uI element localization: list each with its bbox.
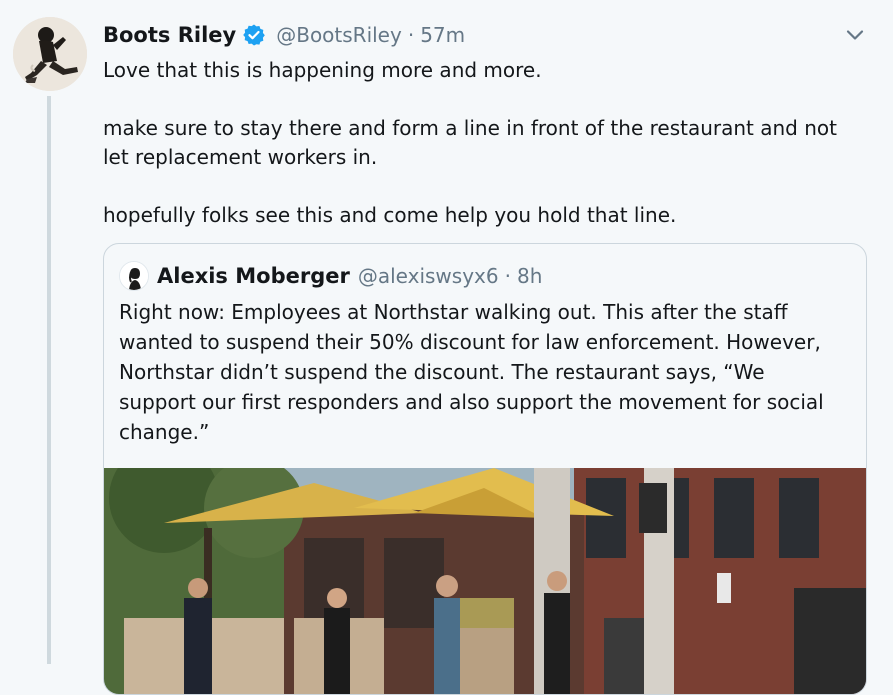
video-thumbnail[interactable] [104,443,866,694]
quoted-author-avatar [119,261,149,291]
tweet-line: Love that this is happening more and mor… [103,58,542,82]
quoted-tweet[interactable]: Alexis Moberger @alexiswsyx6 · 8h Right … [103,243,867,695]
avatar-image [13,17,87,91]
tweet[interactable]: Boots Riley @BootsRiley · 57m Love that … [0,0,893,695]
tweet-timestamp[interactable]: 57m [420,23,465,47]
tweet-line: let replacement workers in. [103,145,378,169]
quoted-line: change.” [119,420,210,444]
author-handle[interactable]: @BootsRiley [276,23,402,47]
quoted-line: support our first responders and also su… [119,390,824,414]
separator-dot: · [504,264,511,288]
quoted-author-name: Alexis Moberger [157,264,350,288]
thread-line [47,96,51,664]
quoted-line: Right now: Employees at Northstar walkin… [119,300,788,324]
quoted-tweet-text: Right now: Employees at Northstar walkin… [119,297,854,447]
quoted-tweet-header: Alexis Moberger @alexiswsyx6 · 8h [119,261,542,291]
chevron-down-icon[interactable] [842,22,868,48]
quoted-line: wanted to suspend their 50% discount for… [119,330,821,354]
tweet-text: Love that this is happening more and mor… [103,56,863,230]
tweet-line: make sure to stay there and form a line … [103,116,837,140]
author-avatar[interactable] [13,17,87,91]
verified-badge-icon [243,24,266,46]
quoted-tweet-timestamp: 8h [516,264,543,288]
media-image [104,443,866,694]
separator-dot: · [407,23,415,47]
quoted-author-handle: @alexiswsyx6 [357,264,499,288]
quoted-line: Northstar didn’t suspend the discount. T… [119,360,765,384]
quoted-avatar-image [120,262,148,290]
tweet-header: Boots Riley @BootsRiley · 57m [103,20,465,50]
author-name[interactable]: Boots Riley [103,23,236,47]
tweet-line: hopefully folks see this and come help y… [103,203,677,227]
